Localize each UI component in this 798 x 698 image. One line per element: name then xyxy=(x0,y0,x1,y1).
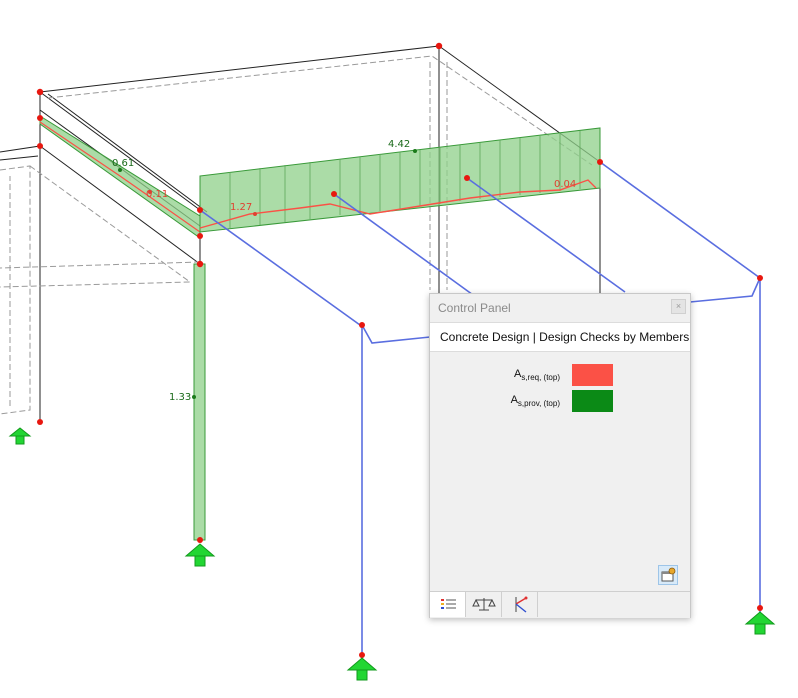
control-panel[interactable]: Control Panel × Concrete Design | Design… xyxy=(429,293,691,618)
control-panel-tabs xyxy=(430,591,690,618)
tab-color-scales[interactable] xyxy=(430,592,466,617)
left-beam-result-diagram xyxy=(39,115,201,239)
control-panel-header: Concrete Design | Design Checks by Membe… xyxy=(430,322,690,352)
beam-front-value-label: 4.42 xyxy=(388,139,410,150)
color-scales-icon xyxy=(441,599,456,609)
control-panel-header-text: Concrete Design | Design Checks by Membe… xyxy=(440,330,690,344)
control-panel-title: Control Panel xyxy=(438,301,511,315)
legend-row-required: As,req, (top) xyxy=(430,364,690,388)
column-value-label: 1.33 xyxy=(169,392,191,403)
settings-button[interactable] xyxy=(658,565,678,585)
beam-front-red-right-label: 0.04 xyxy=(554,179,576,190)
result-diagram-icon xyxy=(515,596,528,613)
legend-swatch-required xyxy=(572,364,613,386)
beam-left-red-label: 0.11 xyxy=(146,189,168,200)
tab-result-diagram[interactable] xyxy=(502,592,538,617)
beam-front-red-left-label: 1.27 xyxy=(230,202,252,213)
legend-row-provided: As,prov, (top) xyxy=(430,390,690,414)
close-button[interactable]: × xyxy=(671,299,686,314)
column-result-diagram xyxy=(192,263,206,541)
balance-icon xyxy=(472,598,496,611)
legend-label: As,prov, (top) xyxy=(510,394,560,409)
legend-label: As,req, (top) xyxy=(513,368,560,383)
settings-icon xyxy=(661,567,676,582)
control-panel-titlebar[interactable]: Control Panel × xyxy=(430,294,690,320)
tab-balance[interactable] xyxy=(466,592,502,617)
legend-swatch-provided xyxy=(572,390,613,412)
beam-left-value-label: 0.61 xyxy=(112,158,134,169)
